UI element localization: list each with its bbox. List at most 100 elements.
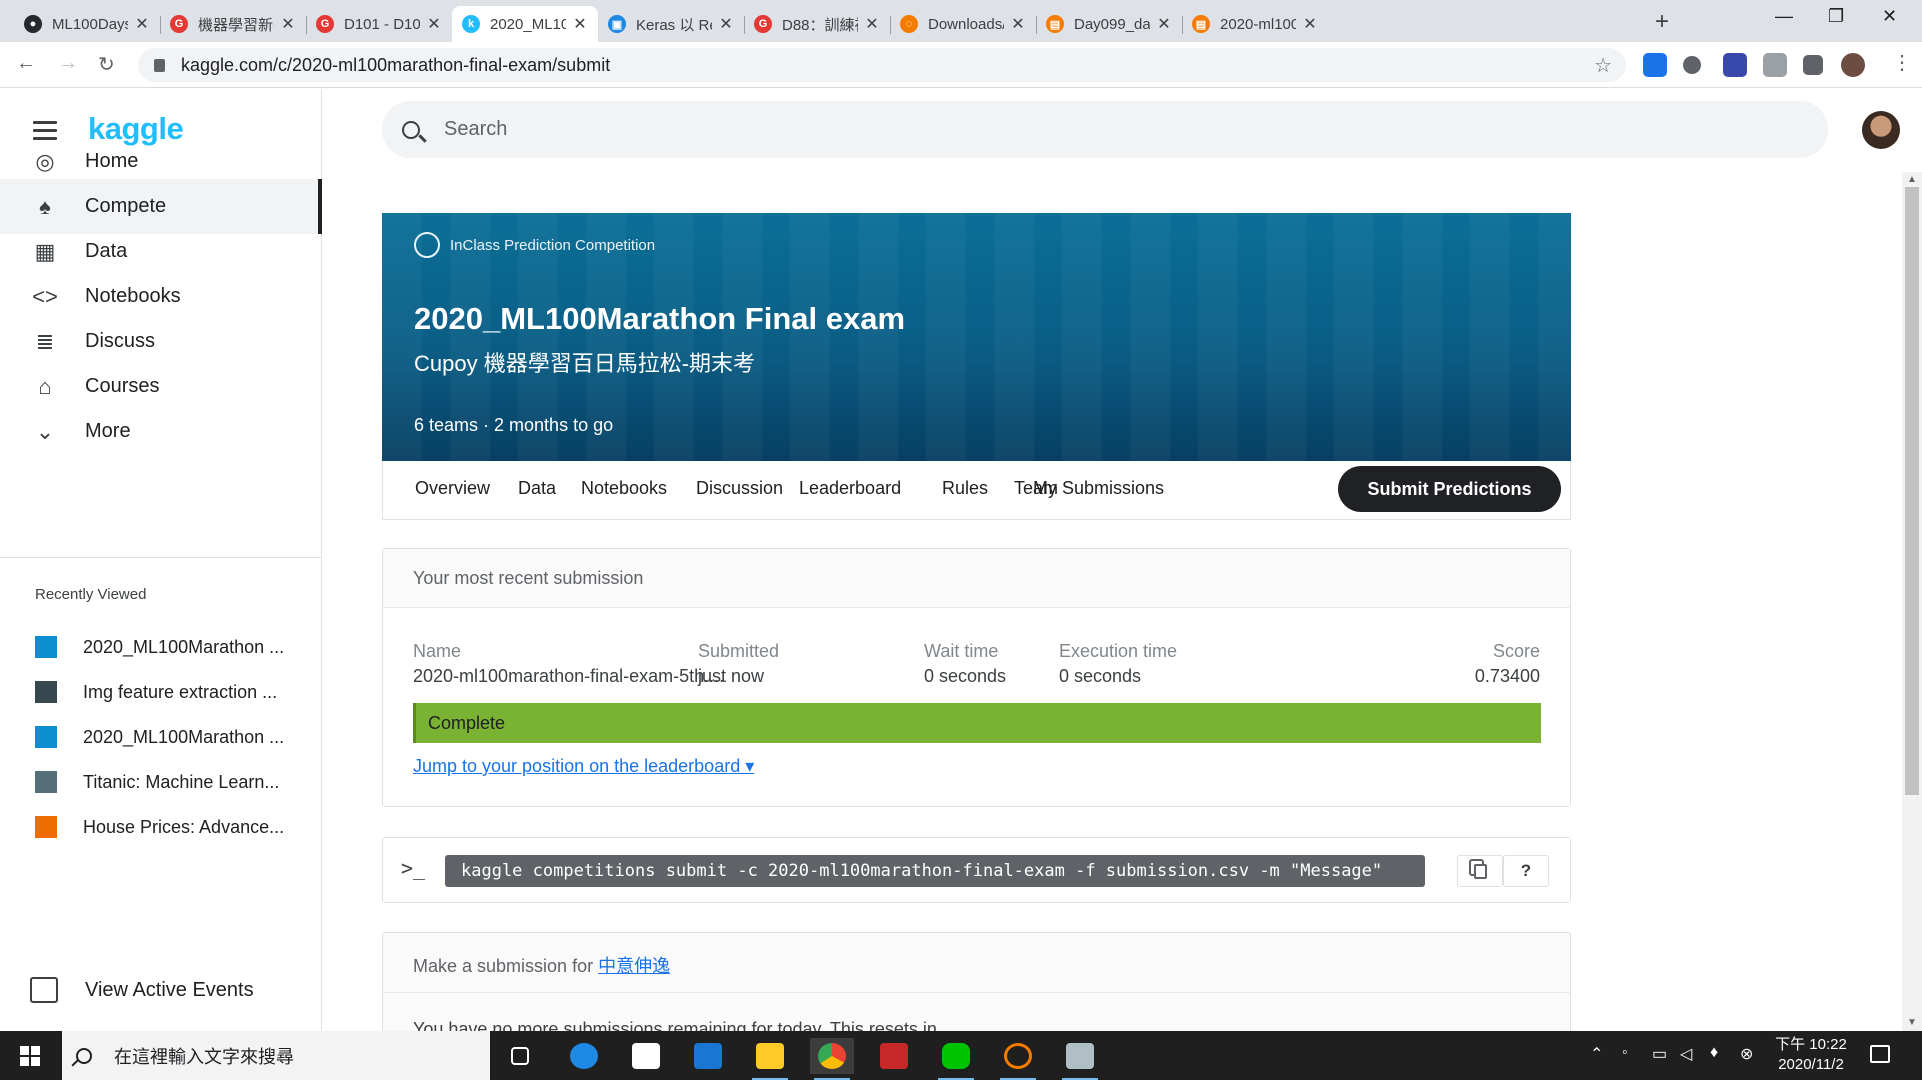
taskbar-clock[interactable]: 下午 10:22 2020/11/2 bbox=[1756, 1035, 1866, 1075]
browser-tab[interactable]: ▣ Keras 以 ResN ✕ bbox=[598, 6, 744, 42]
show-hidden-icons-icon[interactable]: ⌃ bbox=[1590, 1044, 1603, 1064]
competition-type-label: InClass Prediction Competition bbox=[450, 236, 656, 254]
extension-2d-icon[interactable] bbox=[1723, 53, 1747, 77]
submission-column-score: Score 0.73400 bbox=[1475, 641, 1540, 687]
extension-chat-icon[interactable] bbox=[1763, 53, 1787, 77]
address-bar[interactable]: kaggle.com/c/2020-ml100marathon-final-ex… bbox=[138, 48, 1626, 82]
submit-predictions-button[interactable]: Submit Predictions bbox=[1338, 466, 1561, 512]
tab-data[interactable]: Data bbox=[518, 478, 556, 499]
kaggle-search-bar[interactable]: Search bbox=[382, 101, 1828, 158]
recently-viewed-item[interactable]: Titanic: Machine Learn... bbox=[35, 767, 305, 797]
close-circle-icon[interactable]: ⊗ bbox=[1740, 1044, 1753, 1064]
view-active-events-link[interactable]: View Active Events bbox=[30, 977, 254, 1003]
menu-kebab-icon[interactable]: ⋮ bbox=[1892, 50, 1912, 75]
notifications-icon[interactable] bbox=[1870, 1045, 1890, 1063]
sidebar-item-label: Home bbox=[85, 150, 139, 172]
tab-close-icon[interactable]: ✕ bbox=[1302, 14, 1318, 34]
column-header: Name bbox=[413, 641, 462, 661]
tab-title: 機器學習新手上 bbox=[198, 16, 274, 34]
restore-icon[interactable]: ❐ bbox=[1828, 6, 1844, 27]
tab-leaderboard[interactable]: Leaderboard bbox=[799, 478, 901, 499]
user-avatar[interactable] bbox=[1862, 111, 1900, 149]
store-icon[interactable] bbox=[624, 1038, 668, 1074]
tab-close-icon[interactable]: ✕ bbox=[426, 14, 442, 34]
profile-avatar-icon[interactable] bbox=[1841, 53, 1865, 77]
dropbox-icon[interactable]: ♦ bbox=[1710, 1044, 1718, 1062]
tab-close-icon[interactable]: ✕ bbox=[280, 14, 296, 34]
tab-close-icon[interactable]: ✕ bbox=[864, 14, 880, 34]
browser-tab[interactable]: ● ML100Days/D ✕ bbox=[14, 6, 160, 42]
task-view-icon[interactable] bbox=[498, 1038, 542, 1074]
recently-viewed-label: 2020_ML100Marathon ... bbox=[83, 726, 285, 747]
browser-tab[interactable]: ▤ 2020-ml100m ✕ bbox=[1182, 6, 1328, 42]
browser-tab[interactable]: k 2020_ML100M ✕ bbox=[452, 6, 598, 42]
recently-viewed-item[interactable]: 2020_ML100Marathon ... bbox=[35, 632, 305, 662]
events-icon bbox=[30, 977, 58, 1003]
sidebar-item-more[interactable]: ⌄ More bbox=[0, 404, 322, 459]
extensions-puzzle-icon[interactable] bbox=[1803, 55, 1823, 75]
tab-favicon-icon: G bbox=[170, 15, 188, 33]
windows-start-icon[interactable] bbox=[20, 1046, 40, 1066]
bookmark-star-icon[interactable]: ☆ bbox=[1594, 53, 1612, 78]
tab-rules[interactable]: Rules bbox=[942, 478, 988, 499]
browser-tab[interactable]: G 機器學習新手上 ✕ bbox=[160, 6, 306, 42]
battery-icon[interactable]: ▭ bbox=[1652, 1044, 1667, 1064]
sidebar-item-label: More bbox=[85, 420, 131, 442]
tab-my-submissions[interactable]: My Submissions bbox=[1033, 478, 1164, 499]
scroll-down-icon[interactable]: ▼ bbox=[1907, 1017, 1917, 1028]
recently-viewed-item[interactable]: 2020_ML100Marathon ... bbox=[35, 722, 305, 752]
jump-to-leaderboard-link[interactable]: Jump to your position on the leaderboard… bbox=[413, 756, 754, 777]
browser-tab[interactable]: G D101 - D103 ✕ bbox=[306, 6, 452, 42]
network-icon[interactable]: ◦ bbox=[1622, 1044, 1628, 1062]
taskbar-search-box[interactable]: 在這裡輸入文字來搜尋 bbox=[62, 1031, 490, 1080]
extension-d-icon[interactable] bbox=[1643, 53, 1667, 77]
thumbnail-icon bbox=[35, 636, 57, 658]
scrollbar-thumb[interactable] bbox=[1905, 187, 1919, 795]
file-explorer-icon[interactable] bbox=[748, 1038, 792, 1080]
jupyter-icon[interactable] bbox=[996, 1038, 1040, 1080]
chevron-down-icon: ⌄ bbox=[35, 418, 55, 444]
submission-column-wait-time: Wait time 0 seconds bbox=[924, 641, 1006, 687]
browser-tab[interactable]: ▤ Day099_data_ ✕ bbox=[1036, 6, 1182, 42]
browser-tab[interactable]: ◌ Downloads/M ✕ bbox=[890, 6, 1036, 42]
tab-close-icon[interactable]: ✕ bbox=[134, 14, 150, 34]
browser-tab[interactable]: G D88：訓練神經 ✕ bbox=[744, 6, 890, 42]
tab-close-icon[interactable]: ✕ bbox=[718, 14, 734, 34]
api-command-text[interactable]: kaggle competitions submit -c 2020-ml100… bbox=[445, 855, 1425, 887]
extension-circle-icon[interactable] bbox=[1683, 56, 1701, 74]
reload-icon[interactable]: ↻ bbox=[98, 52, 115, 77]
competition-banner: InClass Prediction Competition 2020_ML10… bbox=[382, 213, 1571, 461]
page-scrollbar[interactable]: ▲ ▼ bbox=[1902, 172, 1922, 1031]
new-tab-button[interactable]: + bbox=[1655, 8, 1669, 36]
minimize-icon[interactable]: — bbox=[1775, 6, 1793, 27]
chrome-icon[interactable] bbox=[810, 1038, 854, 1080]
tab-favicon-icon: ● bbox=[24, 15, 42, 33]
tab-close-icon[interactable]: ✕ bbox=[1156, 14, 1172, 34]
tab-discussion[interactable]: Discussion bbox=[696, 478, 783, 499]
recently-viewed-item[interactable]: House Prices: Advance... bbox=[35, 812, 305, 842]
tab-close-icon[interactable]: ✕ bbox=[1010, 14, 1026, 34]
tab-title: D88：訓練神經 bbox=[782, 16, 858, 34]
tab-close-icon[interactable]: ✕ bbox=[572, 14, 588, 34]
help-button[interactable]: ? bbox=[1503, 855, 1549, 887]
line-icon[interactable] bbox=[934, 1038, 978, 1080]
recently-viewed-item[interactable]: Img feature extraction ... bbox=[35, 677, 305, 707]
url-text: kaggle.com/c/2020-ml100marathon-final-ex… bbox=[181, 54, 611, 75]
recently-viewed-title: Recently Viewed bbox=[35, 586, 147, 603]
scroll-up-icon[interactable]: ▲ bbox=[1907, 174, 1917, 185]
back-icon[interactable]: ← bbox=[16, 52, 36, 75]
tab-overview[interactable]: Overview bbox=[415, 478, 490, 499]
tab-notebooks[interactable]: Notebooks bbox=[581, 478, 667, 499]
make-submission-text: Make a submission for 中意伸逸 bbox=[413, 952, 670, 978]
recently-viewed-label: Img feature extraction ... bbox=[83, 681, 278, 702]
copy-command-button[interactable] bbox=[1457, 855, 1503, 887]
app-window-icon[interactable] bbox=[1058, 1038, 1102, 1080]
mail-icon[interactable] bbox=[686, 1038, 730, 1074]
forward-icon[interactable]: → bbox=[58, 52, 78, 75]
team-link[interactable]: 中意伸逸 bbox=[598, 956, 670, 976]
close-window-icon[interactable]: ✕ bbox=[1882, 6, 1897, 27]
acrobat-icon[interactable] bbox=[872, 1038, 916, 1074]
edge-icon[interactable] bbox=[562, 1038, 606, 1074]
volume-muted-icon[interactable]: ◁ bbox=[1680, 1044, 1692, 1064]
make-submission-card: Make a submission for 中意伸逸 You have no m… bbox=[382, 932, 1571, 1032]
